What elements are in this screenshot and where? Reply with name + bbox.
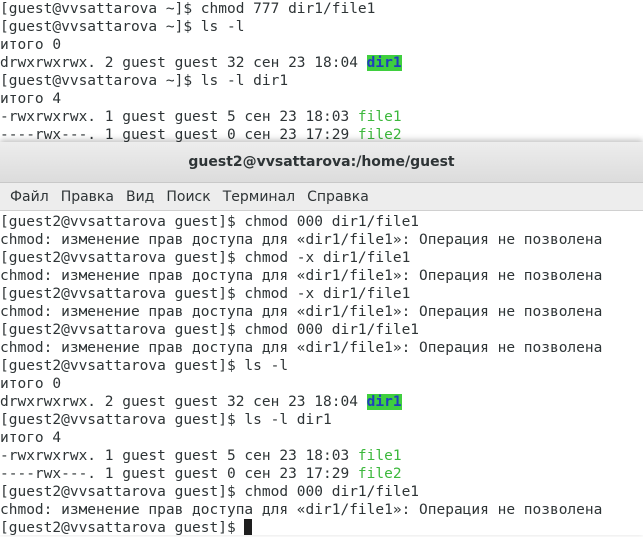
menu-search[interactable]: Поиск (160, 189, 216, 205)
menu-view[interactable]: Вид (120, 189, 160, 205)
terminal-text: итого 4 (0, 91, 62, 107)
terminal-text: ----rwx---. 1 guest guest 0 сен 23 17:29 (0, 127, 358, 143)
menu-edit[interactable]: Правка (55, 189, 120, 205)
executable-file-name: file2 (357, 127, 402, 143)
terminal-line: drwxrwxrwx. 2 guest guest 32 сен 23 18:0… (0, 393, 643, 411)
executable-file-name: file2 (357, 466, 402, 482)
terminal-line: итого 0 (0, 375, 643, 393)
terminal-text: [guest2@vvsattarova guest]$ chmod 000 di… (0, 322, 420, 338)
terminal-line: chmod: изменение прав доступа для «dir1/… (0, 303, 643, 321)
terminal-line: [guest2@vvsattarova guest]$ ls -l (0, 357, 643, 375)
directory-name: dir1 (366, 55, 402, 71)
terminal-text: chmod: изменение прав доступа для «dir1/… (0, 232, 603, 248)
executable-file-name: file1 (357, 448, 402, 464)
terminal-text: ----rwx---. 1 guest guest 0 сен 23 17:29 (0, 466, 358, 482)
menu-help[interactable]: Справка (301, 189, 375, 205)
terminal-line: итого 0 (0, 36, 402, 54)
terminal-text: [guest2@vvsattarova guest]$ chmod 000 di… (0, 484, 420, 500)
terminal-text: chmod: изменение прав доступа для «dir1/… (0, 340, 603, 356)
menu-terminal[interactable]: Терминал (217, 189, 301, 205)
window-titlebar[interactable]: guest2@vvsattarova:/home/guest (0, 142, 643, 183)
terminal-line: [guest2@vvsattarova guest]$ (0, 519, 643, 537)
back-terminal-window[interactable]: [guest@vvsattarova ~]$ chmod 777 dir1/fi… (0, 0, 643, 145)
terminal-text: chmod: изменение прав доступа для «dir1/… (0, 502, 603, 518)
terminal-text: chmod: изменение прав доступа для «dir1/… (0, 304, 603, 320)
terminal-text: [guest@vvsattarova ~]$ ls -l dir1 (0, 73, 289, 89)
back-terminal-output[interactable]: [guest@vvsattarova ~]$ chmod 777 dir1/fi… (0, 0, 402, 144)
terminal-line: -rwxrwxrwx. 1 guest guest 5 сен 23 18:03… (0, 447, 643, 465)
terminal-line: [guest2@vvsattarova guest]$ chmod -x dir… (0, 249, 643, 267)
terminal-line: chmod: изменение прав доступа для «dir1/… (0, 267, 643, 285)
terminal-line: [guest2@vvsattarova guest]$ chmod 000 di… (0, 321, 643, 339)
terminal-text: [guest2@vvsattarova guest]$ chmod 000 di… (0, 214, 420, 230)
terminal-text: drwxrwxrwx. 2 guest guest 32 сен 23 18:0… (0, 55, 367, 71)
terminal-text: итого 0 (0, 376, 62, 392)
terminal-line: drwxrwxrwx. 2 guest guest 32 сен 23 18:0… (0, 54, 402, 72)
front-terminal-output[interactable]: [guest2@vvsattarova guest]$ chmod 000 di… (0, 211, 643, 537)
directory-name: dir1 (366, 394, 402, 410)
terminal-line: -rwxrwxrwx. 1 guest guest 5 сен 23 18:03… (0, 108, 402, 126)
terminal-text: [guest2@vvsattarova guest]$ chmod -x dir… (0, 286, 411, 302)
terminal-text: [guest@vvsattarova ~]$ ls -l (0, 19, 245, 35)
front-terminal-window[interactable]: guest2@vvsattarova:/home/guest Файл Прав… (0, 142, 643, 537)
terminal-text: [guest@vvsattarova ~]$ chmod 777 dir1/fi… (0, 1, 376, 17)
terminal-text: итого 4 (0, 430, 62, 446)
terminal-text: drwxrwxrwx. 2 guest guest 32 сен 23 18:0… (0, 394, 367, 410)
terminal-line: [guest@vvsattarova ~]$ chmod 777 dir1/fi… (0, 0, 402, 18)
terminal-line: итого 4 (0, 90, 402, 108)
terminal-line: [guest@vvsattarova ~]$ ls -l (0, 18, 402, 36)
terminal-text: итого 0 (0, 37, 62, 53)
terminal-line: [guest2@vvsattarova guest]$ chmod 000 di… (0, 483, 643, 501)
terminal-line: [guest2@vvsattarova guest]$ chmod 000 di… (0, 213, 643, 231)
terminal-line: chmod: изменение прав доступа для «dir1/… (0, 501, 643, 519)
terminal-text: chmod: изменение прав доступа для «dir1/… (0, 268, 603, 284)
terminal-line: [guest@vvsattarova ~]$ ls -l dir1 (0, 72, 402, 90)
menu-file[interactable]: Файл (4, 189, 55, 205)
terminal-line: chmod: изменение прав доступа для «dir1/… (0, 231, 643, 249)
terminal-text: [guest2@vvsattarova guest]$ (0, 520, 245, 536)
window-title: guest2@vvsattarova:/home/guest (188, 154, 455, 170)
terminal-line: ----rwx---. 1 guest guest 0 сен 23 17:29… (0, 465, 643, 483)
executable-file-name: file1 (357, 109, 402, 125)
terminal-text: -rwxrwxrwx. 1 guest guest 5 сен 23 18:03 (0, 109, 358, 125)
terminal-text: [guest2@vvsattarova guest]$ ls -l dir1 (0, 412, 332, 428)
menu-bar: Файл Правка Вид Поиск Терминал Справка (0, 183, 643, 211)
terminal-cursor (244, 519, 253, 535)
terminal-line: итого 4 (0, 429, 643, 447)
terminal-text: [guest2@vvsattarova guest]$ ls -l (0, 358, 289, 374)
terminal-text: -rwxrwxrwx. 1 guest guest 5 сен 23 18:03 (0, 448, 358, 464)
terminal-line: chmod: изменение прав доступа для «dir1/… (0, 339, 643, 357)
terminal-line: [guest2@vvsattarova guest]$ ls -l dir1 (0, 411, 643, 429)
terminal-text: [guest2@vvsattarova guest]$ chmod -x dir… (0, 250, 411, 266)
terminal-line: [guest2@vvsattarova guest]$ chmod -x dir… (0, 285, 643, 303)
